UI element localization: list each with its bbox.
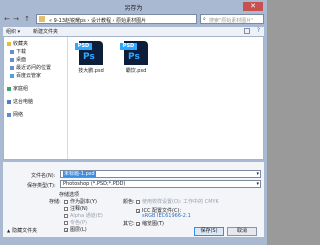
- psd-badge: PSD: [120, 43, 137, 50]
- sidebar-item-downloads[interactable]: 下载: [10, 48, 26, 55]
- title-bar: 另存为 ✕: [0, 0, 267, 13]
- address-bar-row: ← → ↑ « 9-13赵锐耀ps › 设计教程 › 原始素材图片 ⌕ 搜索"原…: [3, 14, 264, 25]
- checkbox-box: [64, 220, 68, 225]
- navigation-pane: 收藏夹 下载 桌面 最近访问的位置 百度云管家 家庭组 这台电脑 网络: [4, 37, 68, 159]
- cancel-button[interactable]: 取消: [227, 227, 257, 236]
- file-name: 技大鹏.psd: [78, 68, 104, 74]
- file-item[interactable]: PSD Ps 技大鹏.psd: [73, 41, 109, 74]
- sidebar-item-recent[interactable]: 最近访问的位置: [10, 64, 51, 71]
- checkbox-box: [64, 206, 68, 211]
- address-bar[interactable]: « 9-13赵锐耀ps › 设计教程 › 原始素材图片: [36, 14, 197, 24]
- sidebar-item-label: 家庭组: [13, 86, 29, 92]
- sidebar-item-network[interactable]: 网络: [7, 111, 23, 118]
- sidebar-item-label: 网络: [13, 112, 24, 118]
- icc-profile-value: sRGB IEC61966-2.1: [142, 213, 191, 219]
- file-list: PSD Ps 技大鹏.psd PSD Ps 霸饮.psd: [70, 37, 263, 159]
- save-label: 存储:: [49, 199, 61, 205]
- toolbar: 组织 ▾ 新建文件夹 ?: [3, 27, 264, 36]
- checkbox-box: [64, 213, 68, 218]
- proof-checkbox[interactable]: 使用校样设置(O): 工作中的 CMYK: [136, 198, 219, 205]
- notes-checkbox[interactable]: 注释(N): [64, 205, 88, 212]
- sidebar-item-desktop[interactable]: 桌面: [10, 56, 26, 63]
- organize-menu[interactable]: 组织 ▾: [6, 28, 20, 35]
- chevron-down-icon: ▾: [256, 171, 259, 177]
- filename-field[interactable]: 未标题-1.psd ▾: [60, 170, 261, 178]
- chevron-up-icon: ▲: [7, 228, 11, 233]
- checkbox-box: [64, 199, 68, 204]
- window-title: 另存为: [124, 5, 143, 12]
- save-form: 文件名(N): 未标题-1.psd ▾ 保存类型(T): Photoshop (*…: [3, 162, 264, 237]
- check-icon: ✓: [136, 208, 141, 214]
- filetype-select[interactable]: Photoshop (*.PSD;*.PDD) ▾: [60, 180, 261, 188]
- desktop-icon: [10, 57, 14, 62]
- file-item[interactable]: PSD Ps 霸饮.psd: [118, 41, 154, 74]
- alpha-checkbox[interactable]: Alpha 通道(E): [64, 212, 103, 219]
- notes-label: 注释(N): [70, 206, 88, 212]
- sidebar-item-this-pc[interactable]: 这台电脑: [7, 98, 33, 105]
- ps-glyph: Ps: [128, 52, 140, 62]
- sidebar-item-label: 下载: [16, 49, 27, 55]
- copy-checkbox[interactable]: 作为副本(Y): [64, 198, 97, 205]
- sidebar-item-homegroup[interactable]: 家庭组: [7, 85, 28, 92]
- back-icon[interactable]: ←: [3, 15, 11, 23]
- thumbnail-checkbox[interactable]: ✓ 缩览图(T): [136, 220, 164, 227]
- network-icon: [7, 112, 11, 117]
- sidebar-item-label: 收藏夹: [13, 41, 29, 47]
- sidebar-item-baidu-cloud[interactable]: 百度云管家: [10, 72, 41, 79]
- psd-file-icon: PSD Ps: [120, 41, 148, 65]
- checkbox-box: [136, 199, 140, 204]
- sidebar-item-label: 这台电脑: [13, 99, 34, 105]
- check-icon: ✓: [64, 227, 69, 233]
- folder-icon: [39, 16, 45, 22]
- help-icon[interactable]: ?: [257, 27, 260, 34]
- sidebar-item-label: 百度云管家: [16, 73, 42, 79]
- thumbnail-label: 缩览图(T): [142, 221, 164, 227]
- filetype-value: Photoshop (*.PSD;*.PDD): [63, 181, 126, 187]
- search-placeholder: 搜索"原始素材图片": [209, 18, 254, 24]
- ps-glyph: Ps: [83, 52, 95, 62]
- proof-label: 使用校样设置(O): 工作中的 CMYK: [142, 199, 219, 205]
- hide-folders-label: 隐藏文件夹: [12, 228, 38, 234]
- sidebar-item-favorites[interactable]: 收藏夹: [7, 40, 28, 47]
- save-options-label: 存储选项: [59, 192, 80, 198]
- cloud-icon: [10, 73, 14, 78]
- sidebar-item-label: 桌面: [16, 57, 27, 63]
- file-name: 霸饮.psd: [125, 68, 147, 74]
- hide-folders-toggle[interactable]: ▲ 隐藏文件夹: [7, 227, 37, 234]
- other-label: 其它:: [123, 221, 135, 227]
- filename-value: 未标题-1.psd: [63, 171, 96, 177]
- search-input[interactable]: ⌕ 搜索"原始素材图片": [200, 14, 264, 24]
- recent-icon: [10, 65, 14, 70]
- address-path: « 9-13赵锐耀ps › 设计教程 › 原始素材图片: [49, 18, 147, 24]
- browser-pane: 收藏夹 下载 桌面 最近访问的位置 百度云管家 家庭组 这台电脑 网络 PSD …: [3, 36, 264, 160]
- copy-label: 作为副本(Y): [70, 199, 97, 205]
- up-icon[interactable]: ↑: [23, 15, 31, 23]
- psd-file-icon: PSD Ps: [75, 41, 103, 65]
- filetype-label: 保存类型(T):: [27, 183, 56, 189]
- layers-checkbox[interactable]: ✓ 图层(L): [64, 226, 87, 233]
- psd-badge: PSD: [75, 43, 92, 50]
- forward-icon[interactable]: →: [12, 15, 20, 23]
- sidebar-item-label: 最近访问的位置: [16, 65, 52, 71]
- spot-label: 专色(P): [70, 220, 87, 226]
- save-button[interactable]: 保存(S): [194, 227, 224, 236]
- new-folder-button[interactable]: 新建文件夹: [33, 28, 58, 35]
- computer-icon: [7, 99, 11, 104]
- layers-label: 图层(L): [70, 227, 87, 233]
- chevron-down-icon: ▾: [256, 181, 259, 187]
- spot-checkbox[interactable]: 专色(P): [64, 219, 87, 226]
- search-icon: ⌕: [203, 16, 206, 22]
- save-as-dialog: 另存为 ✕ ← → ↑ « 9-13赵锐耀ps › 设计教程 › 原始素材图片 …: [0, 0, 267, 245]
- close-button[interactable]: ✕: [243, 2, 263, 11]
- alpha-label: Alpha 通道(E): [70, 213, 103, 219]
- homegroup-icon: [7, 86, 11, 91]
- view-icon[interactable]: [244, 28, 250, 34]
- download-icon: [10, 49, 14, 54]
- filename-label: 文件名(N):: [31, 173, 56, 179]
- color-label: 颜色:: [123, 199, 135, 205]
- check-icon: ✓: [136, 221, 141, 227]
- star-icon: [7, 41, 11, 46]
